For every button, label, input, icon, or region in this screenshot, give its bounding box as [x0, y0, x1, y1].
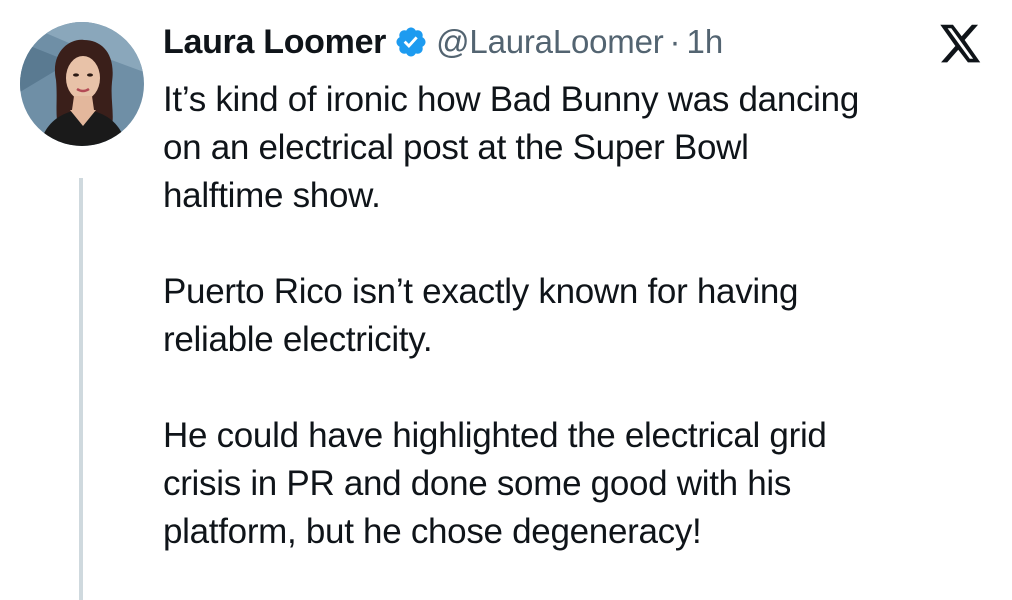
author-handle[interactable]: @LauraLoomer: [436, 23, 664, 61]
tweet-text-line: He could have highlighted the electrical…: [163, 416, 827, 455]
author-display-name[interactable]: Laura Loomer: [163, 23, 386, 62]
timestamp[interactable]: 1h: [687, 23, 724, 61]
tweet-text: It’s kind of ironic how Bad Bunny was da…: [163, 76, 993, 556]
tweet-text-line: It’s kind of ironic how Bad Bunny was da…: [163, 80, 859, 119]
separator-dot: ·: [669, 23, 681, 60]
tweet-text-line: Puerto Rico isn’t exactly known for havi…: [163, 272, 799, 311]
tweet-text-line: halftime show.: [163, 176, 381, 215]
thread-line: [79, 178, 83, 600]
tweet-text-line: reliable electricity.: [163, 320, 433, 359]
tweet-text-line: platform, but he chose degeneracy!: [163, 512, 702, 551]
tweet-text-line: on an electrical post at the Super Bowl: [163, 128, 749, 167]
tweet-paragraph: Puerto Rico isn’t exactly known for havi…: [163, 268, 993, 364]
tweet-header: Laura Loomer @LauraLoomer · 1h: [163, 14, 723, 70]
avatar[interactable]: [20, 22, 144, 146]
tweet-text-line: crisis in PR and done some good with his: [163, 464, 792, 503]
tweet-card: Laura Loomer @LauraLoomer · 1h It’s kind…: [0, 0, 1012, 600]
tweet-paragraph: It’s kind of ironic how Bad Bunny was da…: [163, 76, 993, 220]
verified-badge-icon[interactable]: [394, 25, 428, 59]
profile-photo-icon: [20, 22, 144, 146]
x-logo-icon: [940, 24, 982, 64]
tweet-paragraph: He could have highlighted the electrical…: [163, 412, 993, 556]
